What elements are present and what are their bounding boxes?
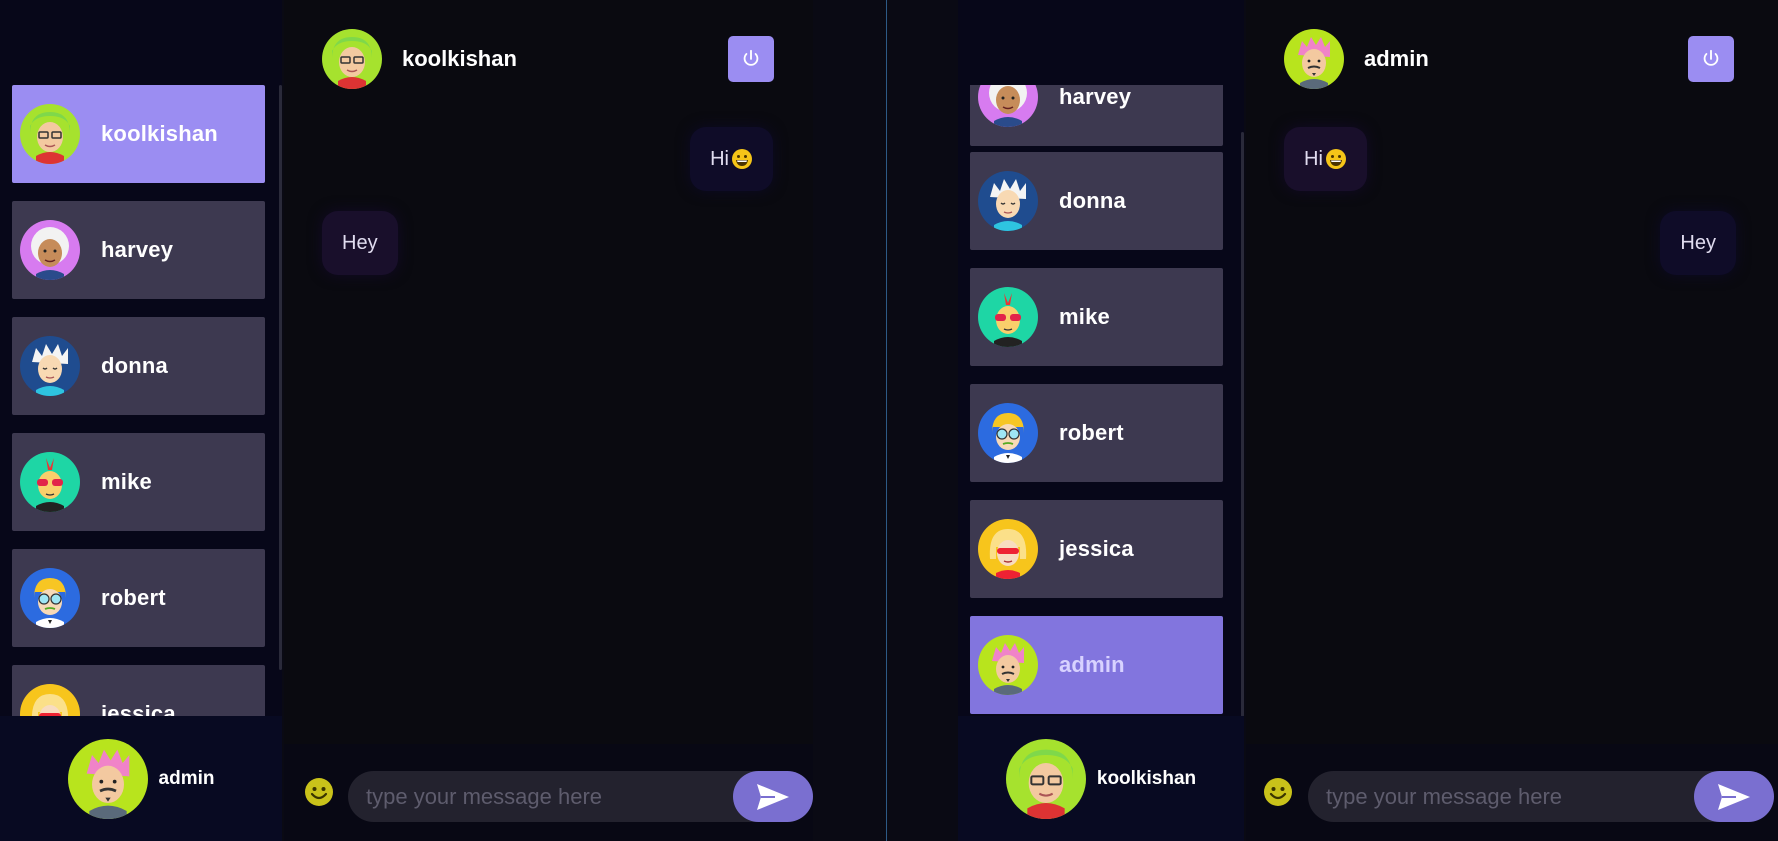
chat-avatar [1284,29,1344,89]
contact-jessica[interactable]: jessica [12,665,265,716]
avatar [978,403,1038,463]
contact-name: harvey [1059,85,1132,109]
contact-list-scrollbar[interactable] [279,85,282,670]
chat-avatar [322,29,382,89]
message-text: Hey [342,231,378,254]
avatar [20,452,80,512]
message-text: Hi [1304,147,1323,170]
contact-donna[interactable]: donna [12,317,265,415]
window-divider [886,0,887,841]
contact-name: donna [101,353,168,378]
contact-mike[interactable]: mike [12,433,265,531]
current-user-avatar [68,739,148,819]
grinning-face-icon [1325,148,1347,170]
send-icon [755,782,791,812]
contact-list-scrollbar[interactable] [1241,132,1244,717]
send-button[interactable] [733,771,813,822]
contact-name: admin [1059,652,1125,677]
contact-koolkishan[interactable]: koolkishan [12,85,265,183]
contact-admin[interactable]: admin [970,616,1223,714]
message-input-bar [1246,744,1778,841]
avatar [978,171,1038,231]
message-input[interactable] [1308,771,1738,822]
logout-button[interactable] [728,36,774,82]
avatar [20,104,80,164]
contact-list[interactable]: harvey donna mike robert jessica admin [958,85,1244,716]
left-chat-panel: koolkishan Hi Hey [284,0,813,841]
avatar [978,85,1038,127]
avatar [20,568,80,628]
contact-name: robert [101,585,166,610]
avatar [20,684,80,716]
contact-donna[interactable]: donna [970,152,1223,250]
message-sent: Hi [690,127,773,191]
right-sidebar: harvey donna mike robert jessica admin k… [958,0,1244,841]
current-user-panel: admin [0,716,282,841]
power-icon [1700,48,1722,70]
contact-name: mike [1059,304,1110,329]
message-text: Hey [1680,231,1716,254]
chat-header: koolkishan [284,0,813,118]
contact-mike[interactable]: mike [970,268,1223,366]
contact-name: koolkishan [101,121,218,146]
message-input-bar [284,744,813,841]
send-icon [1716,782,1752,812]
message-received: Hi [1284,127,1367,191]
grinning-face-icon [731,148,753,170]
right-chat-panel: admin Hi Hey [1246,0,1778,841]
message-text: Hi [710,147,729,170]
message-sent: Hey [1660,211,1736,275]
contact-name: mike [101,469,152,494]
contact-robert[interactable]: robert [12,549,265,647]
logout-button[interactable] [1688,36,1734,82]
avatar [978,519,1038,579]
avatar [978,287,1038,347]
avatar [20,220,80,280]
contact-robert[interactable]: robert [970,384,1223,482]
contact-name: donna [1059,188,1126,213]
avatar [20,336,80,396]
contact-name: harvey [101,237,174,262]
contact-jessica[interactable]: jessica [970,500,1223,598]
message-input[interactable] [348,771,793,822]
avatar [978,635,1038,695]
message-received: Hey [322,211,398,275]
chat-header: admin [1246,0,1778,118]
power-icon [740,48,762,70]
chat-title: koolkishan [402,46,517,71]
contact-name: jessica [101,701,176,716]
contact-name: robert [1059,420,1124,445]
contact-list[interactable]: koolkishan harvey donna mike robert jess… [0,85,282,716]
send-button[interactable] [1694,771,1774,822]
left-sidebar: koolkishan harvey donna mike robert jess… [0,0,282,841]
smiley-icon[interactable] [1263,777,1293,807]
contact-name: jessica [1059,536,1134,561]
contact-harvey[interactable]: harvey [12,201,265,299]
current-user-name: admin [158,767,215,789]
smiley-icon[interactable] [304,777,334,807]
current-user-avatar [1006,739,1086,819]
contact-harvey[interactable]: harvey [970,85,1223,146]
current-user-name: koolkishan [1096,767,1197,789]
current-user-panel: koolkishan [958,716,1244,841]
chat-title: admin [1364,46,1429,71]
